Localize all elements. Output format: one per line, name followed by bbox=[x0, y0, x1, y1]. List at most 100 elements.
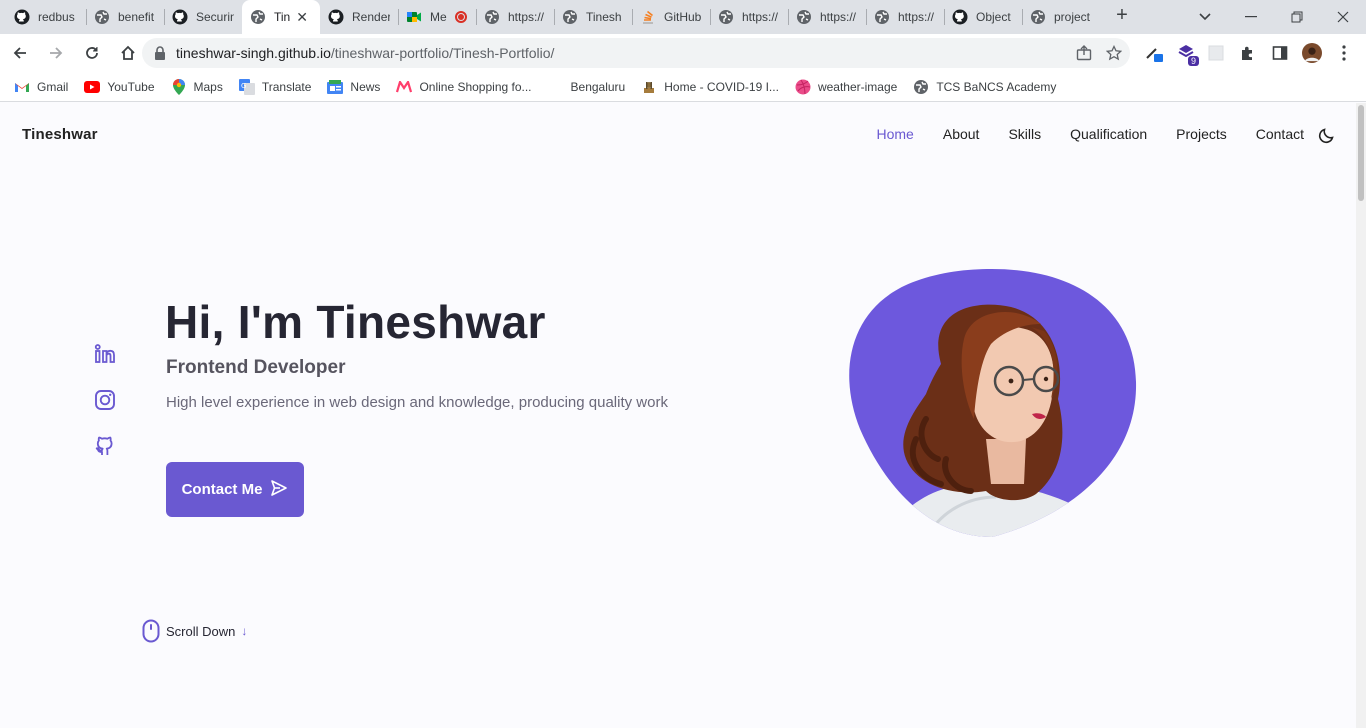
tab-securin[interactable]: Securin bbox=[164, 0, 242, 34]
extension-icon-badge[interactable]: 9 bbox=[1176, 43, 1199, 66]
moon-icon[interactable] bbox=[1318, 126, 1336, 144]
translate-icon: G bbox=[238, 78, 255, 95]
myntra-icon bbox=[396, 79, 413, 95]
tab-meet[interactable]: Me bbox=[398, 0, 476, 34]
globe-icon bbox=[796, 9, 812, 25]
gmail-icon bbox=[14, 79, 30, 95]
browser-menu-icon[interactable] bbox=[1334, 43, 1354, 63]
tab-render[interactable]: Render bbox=[320, 0, 398, 34]
github-icon bbox=[328, 9, 344, 25]
bookmark-gmail[interactable]: Gmail bbox=[14, 79, 68, 95]
tab-redbus[interactable]: redbus bbox=[6, 0, 86, 34]
bookmark-translate[interactable]: G Translate bbox=[238, 78, 312, 95]
forward-button[interactable] bbox=[40, 37, 72, 69]
new-tab-button[interactable]: + bbox=[1108, 2, 1136, 30]
url-path: /tineshwar-portfolio/Tinesh-Portfolio/ bbox=[330, 45, 555, 61]
tab-object[interactable]: Object bbox=[944, 0, 1022, 34]
globe-icon bbox=[94, 9, 110, 25]
bookmark-myntra[interactable]: Online Shopping fo... bbox=[396, 79, 532, 95]
stack-icon bbox=[640, 9, 656, 25]
back-button[interactable] bbox=[4, 37, 36, 69]
close-tab-icon[interactable]: ✕ bbox=[296, 9, 308, 26]
globe-icon bbox=[874, 9, 890, 25]
nav-home[interactable]: Home bbox=[877, 126, 914, 142]
linkedin-icon[interactable] bbox=[94, 343, 116, 365]
bookmark-news[interactable]: News bbox=[327, 79, 380, 95]
tab-project[interactable]: project bbox=[1022, 0, 1100, 34]
tab-title: benefit bbox=[118, 10, 155, 24]
tab-title: Object bbox=[976, 10, 1011, 24]
main-nav: Home About Skills Qualification Projects… bbox=[877, 126, 1305, 142]
contact-me-button[interactable]: Contact Me bbox=[166, 462, 304, 517]
nav-about[interactable]: About bbox=[943, 126, 980, 142]
blank-extension-icon[interactable] bbox=[1206, 43, 1226, 63]
color-picker-extension-icon[interactable] bbox=[1144, 43, 1164, 63]
tab-title: https:// bbox=[742, 10, 779, 24]
nav-projects[interactable]: Projects bbox=[1176, 126, 1227, 142]
bookmark-youtube[interactable]: YouTube bbox=[84, 79, 155, 95]
nav-skills[interactable]: Skills bbox=[1008, 126, 1041, 142]
recording-icon bbox=[454, 11, 467, 23]
tab-https-4[interactable]: https:// bbox=[866, 0, 944, 34]
bookmark-maps[interactable]: Maps bbox=[171, 78, 223, 95]
bookmark-label: Bengaluru bbox=[570, 79, 626, 94]
tab-active-portfolio[interactable]: Tin ✕ bbox=[242, 0, 320, 34]
scrollbar-thumb[interactable] bbox=[1358, 105, 1364, 201]
tab-title: project bbox=[1054, 10, 1091, 24]
tab-https-1[interactable]: https:// bbox=[476, 0, 554, 34]
tab-https-2[interactable]: https:// bbox=[710, 0, 788, 34]
bookmark-star-icon[interactable] bbox=[1105, 44, 1123, 64]
lock-icon[interactable] bbox=[154, 46, 166, 60]
portfolio-page: Tineshwar Home About Skills Qualificatio… bbox=[0, 103, 1356, 728]
browser-toolbar: tineshwar-singh.github.io/tineshwar-port… bbox=[0, 34, 1366, 72]
bookmark-tcs[interactable]: TCS BaNCS Academy bbox=[913, 79, 1056, 95]
bookmark-bengaluru[interactable]: Bengaluru bbox=[548, 79, 626, 95]
reload-button[interactable] bbox=[76, 37, 108, 69]
globe-icon bbox=[913, 79, 929, 95]
bookmark-covid[interactable]: Home - COVID-19 I... bbox=[641, 79, 779, 95]
site-header: Tineshwar Home About Skills Qualificatio… bbox=[0, 103, 1356, 165]
tab-title: Tin bbox=[274, 10, 291, 24]
hero-subtitle: Frontend Developer bbox=[166, 357, 346, 378]
globe-icon bbox=[718, 9, 734, 25]
profile-avatar[interactable] bbox=[1302, 43, 1322, 63]
bookmark-label: Maps bbox=[193, 79, 223, 94]
home-button[interactable] bbox=[112, 37, 144, 69]
dribbble-icon bbox=[795, 79, 811, 95]
tab-title: GitHub bbox=[664, 10, 702, 24]
bookmarks-bar: Gmail YouTube Maps G Translate News Onli… bbox=[0, 72, 1366, 102]
tab-title: https:// bbox=[820, 10, 857, 24]
page-scrollbar[interactable] bbox=[1356, 103, 1366, 728]
restore-button[interactable] bbox=[1274, 0, 1320, 34]
close-window-button[interactable] bbox=[1320, 0, 1366, 34]
tab-title: https:// bbox=[898, 10, 935, 24]
address-bar[interactable]: tineshwar-singh.github.io/tineshwar-port… bbox=[142, 38, 1130, 68]
hero-description: High level experience in web design and … bbox=[166, 394, 668, 411]
extensions-puzzle-icon[interactable] bbox=[1238, 43, 1258, 63]
tab-https-3[interactable]: https:// bbox=[788, 0, 866, 34]
emblem-icon bbox=[641, 79, 657, 95]
meet-icon bbox=[406, 9, 422, 25]
side-panel-icon[interactable] bbox=[1270, 43, 1290, 63]
nav-contact[interactable]: Contact bbox=[1256, 126, 1304, 142]
instagram-icon[interactable] bbox=[94, 389, 116, 411]
send-icon bbox=[270, 479, 288, 501]
github-icon[interactable] bbox=[94, 435, 116, 457]
tab-title: Securin bbox=[196, 10, 234, 24]
scroll-down-link[interactable]: Scroll Down ↓ bbox=[142, 619, 247, 643]
window-controls bbox=[1182, 0, 1366, 34]
extension-badge: 9 bbox=[1187, 56, 1199, 66]
tab-title: Tinesh bbox=[586, 10, 622, 24]
minimize-button[interactable] bbox=[1228, 0, 1274, 34]
tab-benefit[interactable]: benefit bbox=[86, 0, 164, 34]
tab-tinesh[interactable]: Tinesh bbox=[554, 0, 632, 34]
site-logo[interactable]: Tineshwar bbox=[22, 126, 98, 143]
bookmark-label: Translate bbox=[261, 79, 312, 94]
nav-qualification[interactable]: Qualification bbox=[1070, 126, 1147, 142]
tab-github[interactable]: GitHub bbox=[632, 0, 710, 34]
share-icon[interactable] bbox=[1076, 45, 1092, 64]
bookmark-weather[interactable]: weather-image bbox=[795, 79, 897, 95]
tab-search-button[interactable] bbox=[1182, 0, 1228, 34]
profile-image-blob bbox=[846, 269, 1138, 539]
svg-text:G: G bbox=[241, 82, 246, 90]
